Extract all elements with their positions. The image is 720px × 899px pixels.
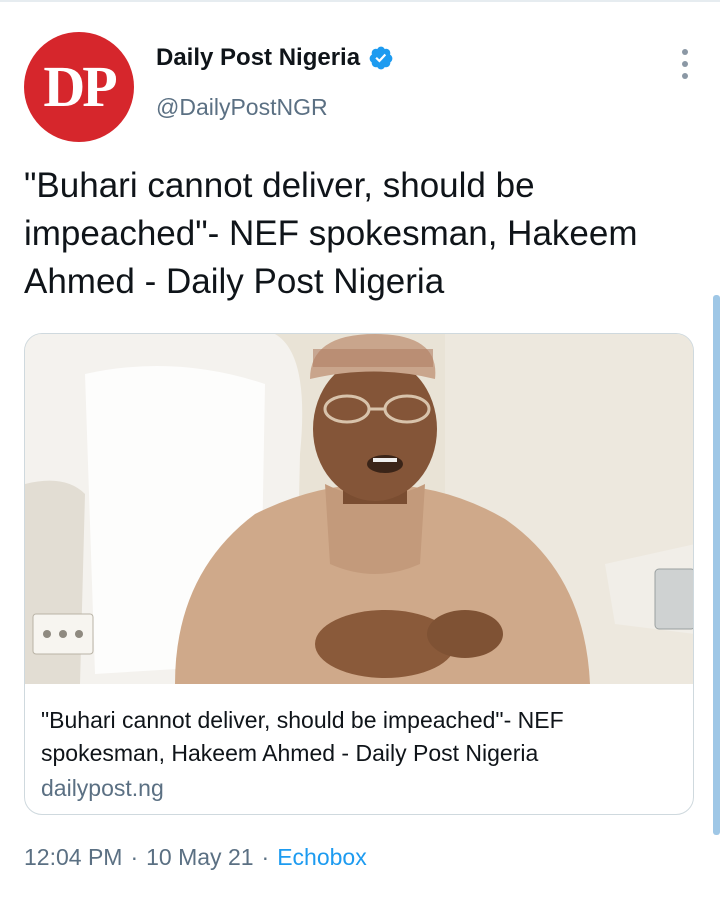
more-vertical-icon[interactable]	[678, 44, 692, 84]
card-domain: dailypost.ng	[41, 775, 164, 801]
tweet-meta: 12:04 PM · 10 May 21 · Echobox	[24, 844, 367, 871]
meta-separator: ·	[261, 844, 270, 870]
verified-badge-icon	[369, 46, 393, 70]
name-row: Daily Post Nigeria	[156, 44, 394, 72]
tweet-text: "Buhari cannot deliver, should be impeac…	[24, 166, 638, 301]
tweet-time[interactable]: 12:04 PM	[24, 844, 122, 871]
meta-separator: ·	[130, 844, 139, 870]
avatar-logo-text: DP	[43, 54, 117, 119]
card-title: "Buhari cannot deliver, should be impeac…	[41, 707, 564, 766]
tweet-source-link[interactable]: Echobox	[277, 844, 367, 871]
account-handle[interactable]: @DailyPostNGR	[156, 94, 328, 121]
tweet-header: DP Daily Post Nigeria @DailyPostNGR	[24, 24, 700, 142]
card-body: "Buhari cannot deliver, should be impeac…	[41, 704, 681, 805]
avatar[interactable]: DP	[24, 32, 134, 142]
card-image	[25, 334, 693, 684]
tweet-date[interactable]: 10 May 21	[146, 844, 253, 871]
account-name[interactable]: Daily Post Nigeria	[156, 44, 360, 72]
link-preview-card[interactable]: "Buhari cannot deliver, should be impeac…	[24, 333, 694, 815]
scrollbar[interactable]	[713, 295, 720, 835]
top-divider	[0, 0, 720, 2]
